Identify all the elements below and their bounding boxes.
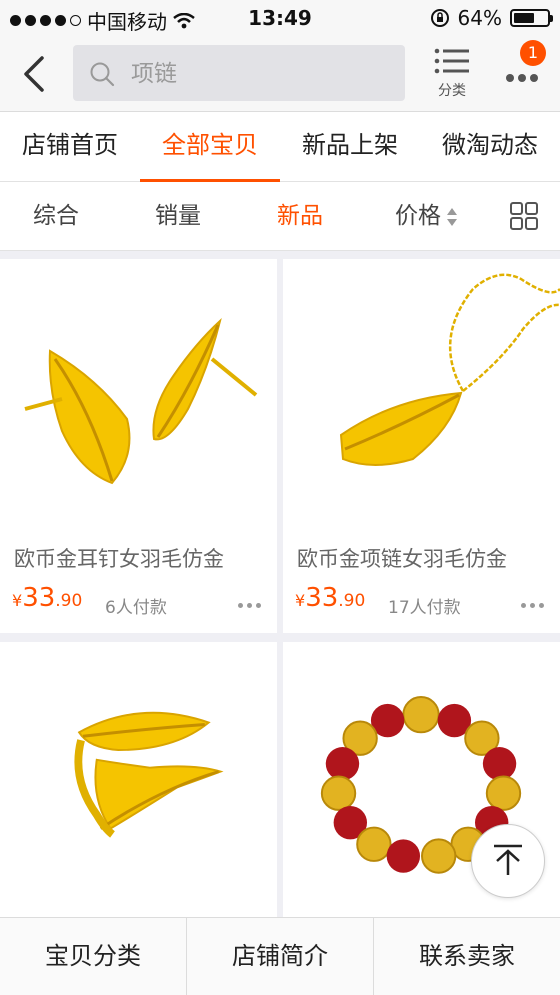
status-bar: 中国移动 13:49 64%	[0, 0, 560, 36]
price-decimal: .90	[55, 591, 83, 611]
search-icon	[90, 62, 115, 87]
battery-percent: 64%	[457, 6, 502, 30]
grid-icon[interactable]	[510, 202, 538, 230]
product-image-earrings	[0, 259, 277, 529]
product-price: ¥33.90	[295, 583, 365, 613]
product-image-ring	[2, 642, 275, 912]
product-card[interactable]: 欧币金耳钉女羽毛仿金 ¥33.90 6人付款	[0, 259, 277, 633]
notification-badge: 1	[520, 40, 546, 66]
rotation-lock-icon	[430, 9, 449, 27]
sort-new[interactable]: 新品	[277, 182, 323, 250]
product-price: ¥33.90	[12, 583, 82, 613]
category-label: 分类	[438, 83, 466, 99]
back-to-top-button[interactable]	[471, 824, 545, 898]
product-image-necklace	[283, 259, 560, 529]
nav-bar: 分类 1	[0, 36, 560, 112]
price-currency: ¥	[295, 591, 306, 610]
price-decimal: .90	[338, 591, 366, 611]
back-to-top-icon	[494, 844, 522, 875]
tab-all-items[interactable]: 全部宝贝	[140, 112, 280, 182]
contact-seller-button[interactable]: 联系卖家	[373, 918, 560, 995]
tab-weitao-feed[interactable]: 微淘动态	[420, 112, 560, 181]
sold-count: 17人付款	[388, 598, 461, 618]
price-currency: ¥	[12, 591, 23, 610]
more-dots-icon[interactable]	[521, 603, 544, 608]
sort-price[interactable]: 价格	[395, 182, 457, 250]
category-button[interactable]: 分类	[426, 48, 478, 100]
price-integer: 33	[305, 583, 339, 613]
price-integer: 33	[22, 583, 56, 613]
sort-sales[interactable]: 销量	[155, 182, 201, 250]
product-title: 欧币金耳钉女羽毛仿金	[14, 547, 224, 571]
shop-tabs: 店铺首页 全部宝贝 新品上架 微淘动态	[0, 112, 560, 182]
search-input[interactable]	[129, 55, 393, 93]
tab-new-arrivals[interactable]: 新品上架	[280, 112, 420, 181]
product-card[interactable]: 欧币金项链女羽毛仿金 ¥33.90 17人付款	[283, 259, 560, 633]
sort-bar: 综合 销量 新品 价格	[0, 182, 560, 251]
bottom-bar: 宝贝分类 店铺简介 联系卖家	[0, 917, 560, 995]
more-dots-icon[interactable]	[238, 603, 261, 608]
battery-icon	[510, 9, 553, 27]
product-title: 欧币金项链女羽毛仿金	[297, 547, 507, 571]
product-card[interactable]	[0, 642, 277, 917]
back-icon[interactable]	[18, 54, 52, 94]
sort-price-label: 价格	[395, 203, 441, 229]
status-right: 64%	[430, 6, 553, 30]
sort-arrows-icon	[447, 207, 457, 226]
search-box[interactable]	[73, 45, 405, 101]
sold-count: 6人付款	[105, 598, 167, 618]
sort-overall[interactable]: 综合	[33, 182, 79, 250]
list-icon	[434, 48, 469, 74]
shop-intro-button[interactable]: 店铺简介	[186, 918, 373, 995]
item-categories-button[interactable]: 宝贝分类	[0, 918, 186, 995]
tab-shop-home[interactable]: 店铺首页	[0, 112, 140, 181]
